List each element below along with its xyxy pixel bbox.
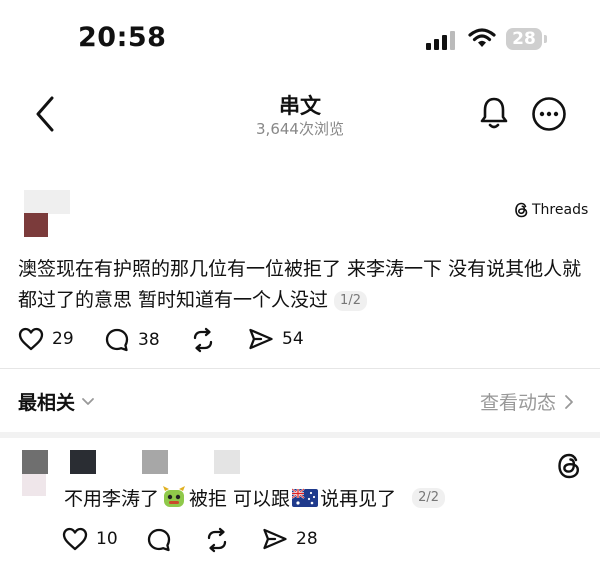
divider — [0, 368, 600, 369]
reply-text-middle: 被拒 可以跟 — [189, 488, 291, 510]
battery-level: 28 — [512, 29, 536, 49]
avatar-placeholder[interactable] — [24, 190, 70, 214]
threads-icon[interactable] — [556, 452, 582, 480]
view-activity-label: 查看动态 — [480, 392, 557, 414]
avatar[interactable] — [22, 450, 48, 474]
threads-label: Threads — [532, 202, 589, 218]
comment-icon — [147, 528, 171, 552]
status-time: 20:58 — [78, 22, 167, 53]
like-button[interactable]: 10 — [62, 527, 118, 551]
repost-icon — [193, 327, 213, 353]
comment-count: 38 — [138, 330, 160, 350]
bell-icon[interactable] — [478, 96, 510, 130]
repost-button[interactable] — [190, 327, 224, 353]
share-count: 54 — [282, 329, 304, 349]
threads-source-badge: Threads — [514, 200, 588, 220]
share-button[interactable]: 54 — [248, 327, 304, 351]
heart-icon — [62, 527, 88, 551]
heart-icon — [18, 327, 44, 351]
page-indicator: 1/2 — [334, 290, 367, 311]
like-count: 10 — [96, 529, 118, 549]
repost-button[interactable] — [204, 527, 238, 553]
avatar[interactable] — [24, 213, 48, 237]
sort-dropdown[interactable]: 最相关 — [18, 388, 95, 415]
username-blur — [214, 450, 240, 474]
post-text: 澳签现在有护照的那几位有一位被拒了 来李涛一下 没有说其他人就都过了的意思 暂时… — [18, 254, 584, 316]
comment-button[interactable] — [146, 527, 180, 553]
chevron-right-icon — [565, 394, 573, 409]
battery-indicator: 28 — [506, 28, 542, 50]
username-blur — [70, 450, 96, 474]
sort-label: 最相关 — [18, 392, 76, 414]
repost-icon — [207, 527, 227, 553]
wifi-icon — [468, 28, 496, 47]
like-count: 29 — [52, 329, 74, 349]
more-options-icon[interactable] — [531, 96, 567, 132]
username-blur — [142, 450, 168, 474]
reply-text: 不用李涛了 被拒 可以跟 说再见了 2/2 — [64, 484, 445, 511]
section-divider — [0, 432, 600, 438]
signal-icon — [426, 30, 460, 50]
australia-flag-icon — [292, 487, 319, 507]
send-icon — [249, 328, 273, 350]
post-body: 澳签现在有护照的那几位有一位被拒了 来李涛一下 没有说其他人就都过了的意思 暂时… — [18, 258, 582, 311]
comment-icon — [105, 328, 129, 352]
comment-button[interactable]: 38 — [104, 327, 160, 353]
send-icon — [263, 528, 287, 550]
like-button[interactable]: 29 — [18, 327, 74, 351]
back-button[interactable] — [30, 94, 64, 134]
page-indicator: 2/2 — [412, 487, 445, 508]
threads-icon — [515, 202, 528, 218]
reply-text-end: 说再见了 — [320, 488, 397, 510]
avatar-placeholder — [22, 474, 46, 496]
page-title: 串文 — [279, 94, 321, 118]
battery-cap — [544, 35, 547, 43]
share-button[interactable]: 28 — [262, 527, 318, 551]
view-activity-link[interactable]: 查看动态 — [480, 388, 574, 415]
share-count: 28 — [296, 529, 318, 549]
view-count: 3,644次浏览 — [256, 120, 344, 138]
chevron-down-icon — [82, 397, 94, 405]
dragon-emoji-icon — [163, 485, 186, 507]
reply-text-start: 不用李涛了 — [64, 488, 160, 510]
